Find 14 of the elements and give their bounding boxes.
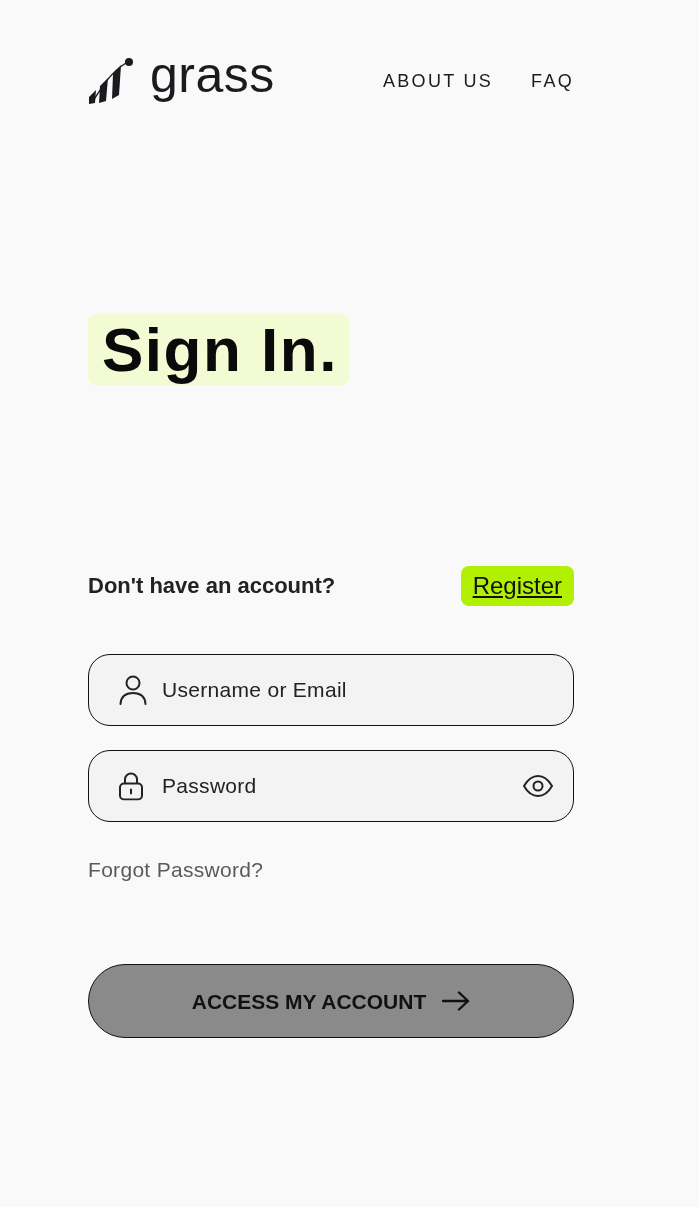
- user-icon: [119, 675, 147, 705]
- nav-link[interactable]: ABOUT US: [383, 70, 494, 92]
- logo-icon[interactable]: [88, 57, 134, 105]
- register-prompt: Don't have an account?: [88, 573, 336, 599]
- show-password-icon[interactable]: [523, 775, 553, 797]
- lock-icon: [119, 771, 143, 801]
- forgot-password-link[interactable]: Forgot Password?: [88, 858, 264, 882]
- arrow-right-icon: [442, 991, 471, 1011]
- register-link[interactable]: Register: [460, 566, 574, 606]
- username-field[interactable]: Username or Email: [88, 654, 574, 726]
- brand-name[interactable]: grass: [150, 50, 275, 100]
- password-field[interactable]: Password: [88, 750, 574, 822]
- page-heading: Sign In.: [88, 314, 349, 385]
- nav-link[interactable]: FAQ: [531, 70, 574, 92]
